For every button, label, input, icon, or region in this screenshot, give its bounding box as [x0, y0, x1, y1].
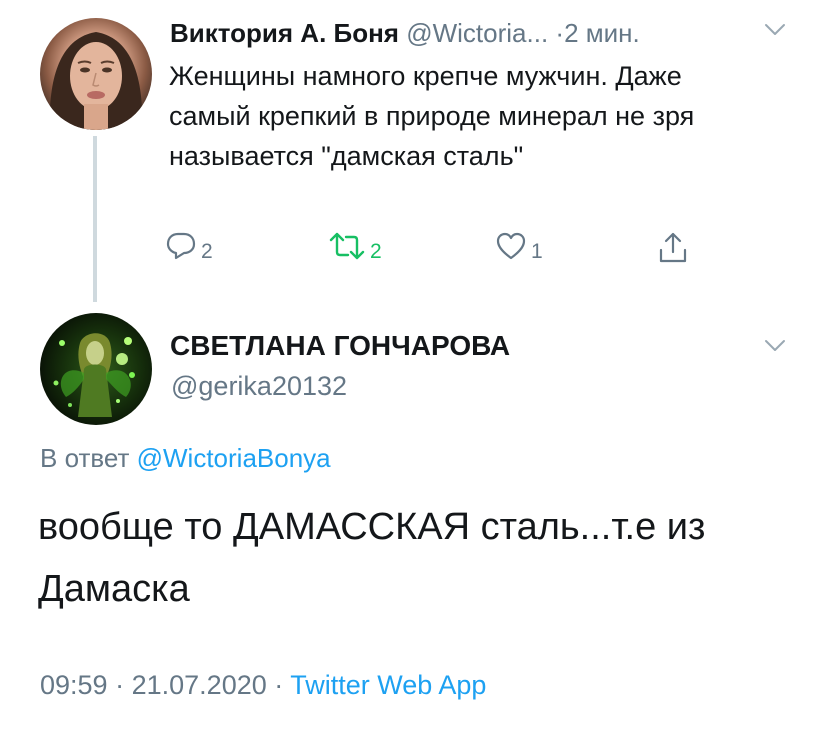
tweet-text: вообще то ДАМАССКАЯ сталь...т.е из Дамас… [38, 506, 706, 610]
retweet-count: 2 [370, 240, 382, 263]
retweet-button[interactable]: 2 [328, 232, 382, 266]
like-button[interactable]: 1 [495, 232, 543, 266]
reply-prefix: В ответ [40, 443, 130, 473]
avatar-viktoria[interactable] [40, 18, 152, 130]
reply-button[interactable]: 2 [165, 232, 213, 266]
time-separator: · [555, 18, 565, 48]
meta-separator: · [115, 670, 125, 700]
tweet-header: Виктория А. Боня @Wictoria... ·2 мин. [170, 17, 640, 49]
tweet-date[interactable]: 21.07.2020 [132, 670, 267, 700]
share-button[interactable] [656, 231, 690, 271]
reply-icon [165, 231, 197, 267]
chevron-down-icon[interactable] [763, 338, 787, 359]
reply-context: В ответ @WictoriaBonya [40, 443, 331, 474]
share-icon [656, 231, 690, 271]
heart-icon [495, 231, 527, 267]
tweet-time[interactable]: 2 мин. [564, 18, 640, 48]
retweet-icon [328, 231, 366, 267]
tweet-meta: 09:59 · 21.07.2020 · Twitter Web App [40, 670, 486, 701]
meta-separator: · [274, 670, 284, 700]
tweet-text: Женщины намного крепче мужчин. Даже самы… [169, 61, 695, 171]
author-handle[interactable]: @Wictoria... [406, 18, 548, 48]
chevron-down-icon[interactable] [763, 22, 787, 43]
avatar-svetlana[interactable] [40, 313, 152, 425]
thread-line [93, 136, 97, 302]
tweet-time[interactable]: 09:59 [40, 670, 108, 700]
author-name[interactable]: Виктория А. Боня [170, 18, 399, 48]
author-name[interactable]: СВЕТЛАНА ГОНЧАРОВА [170, 330, 510, 362]
reply-count: 2 [201, 240, 213, 263]
reply-mention-link[interactable]: @WictoriaBonya [137, 443, 331, 473]
like-count: 1 [531, 240, 543, 263]
author-handle[interactable]: @gerika20132 [171, 371, 347, 402]
source-link[interactable]: Twitter Web App [290, 670, 486, 700]
